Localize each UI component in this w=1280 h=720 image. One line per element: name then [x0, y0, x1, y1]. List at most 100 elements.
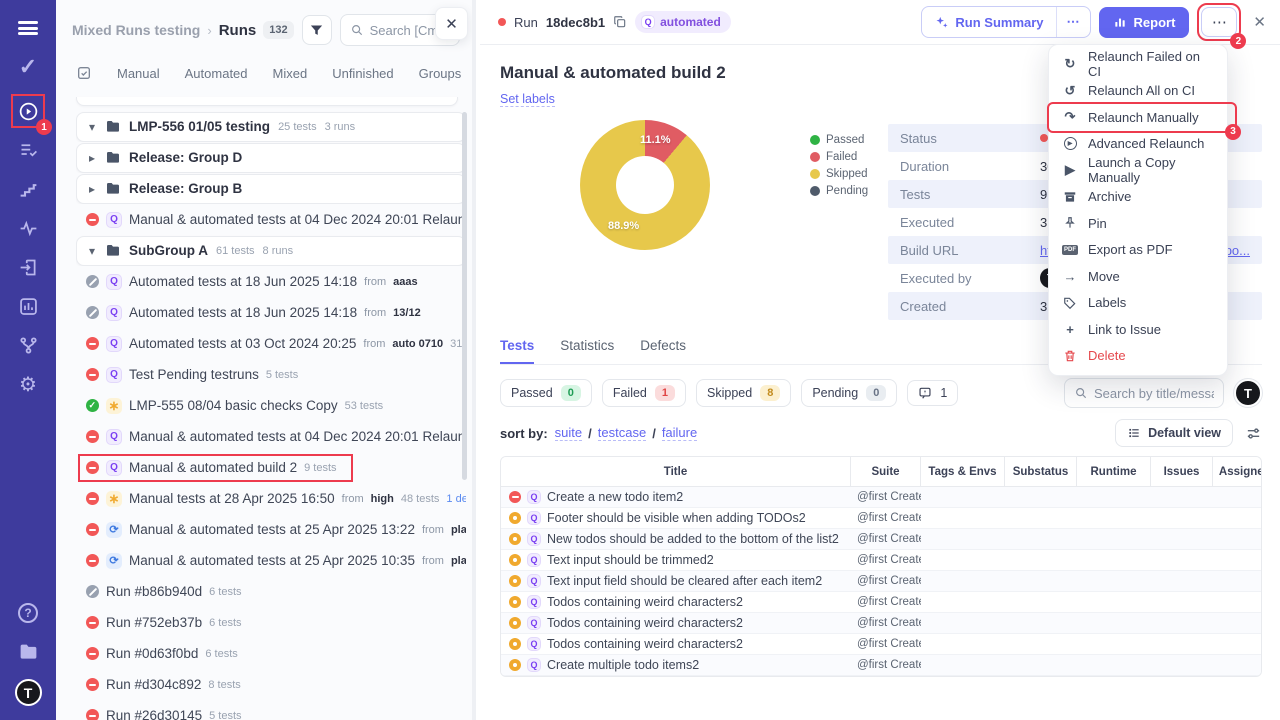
group-row[interactable]: ▾ SubGroup A 61 tests 8 runs — [76, 235, 466, 266]
group-row[interactable]: ▸ Release: Group B — [76, 173, 466, 204]
tab-mixed[interactable]: Mixed — [273, 66, 308, 81]
chevron-down-icon[interactable]: ▾ — [87, 120, 97, 134]
table-row[interactable]: QTodos containing weird characters2 @fir… — [501, 592, 1262, 613]
run-row[interactable]: Run #b86b940d 6 tests — [76, 576, 466, 607]
run-row[interactable]: Run #d304c892 8 tests — [76, 669, 466, 700]
group-row[interactable]: ▸ Release: Group D — [76, 142, 466, 173]
folder-icon — [105, 181, 121, 197]
help-icon[interactable]: ? — [16, 601, 40, 625]
chevron-down-icon[interactable]: ▾ — [87, 244, 97, 258]
runs-panel-close-button[interactable]: ✕ — [435, 7, 468, 40]
assignee-avatar[interactable]: T — [1234, 379, 1262, 407]
run-row[interactable]: Run #0d63f0bd 6 tests — [76, 638, 466, 669]
run-summary-more-button[interactable]: ⋯ — [1057, 7, 1090, 37]
tab-defects[interactable]: Defects — [640, 338, 686, 364]
chevron-right-icon[interactable]: ▸ — [87, 151, 97, 165]
menu-item-labels[interactable]: Labels — [1049, 290, 1227, 317]
chevron-right-icon[interactable]: ▸ — [87, 182, 97, 196]
run-row[interactable]: ∗ Manual tests at 28 Apr 2025 16:50 from… — [76, 483, 466, 514]
menu-item-relaunch-manually[interactable]: ↷Relaunch Manually 3 — [1049, 104, 1235, 131]
filter-failed-chip[interactable]: Failed1 — [602, 379, 686, 407]
run-logo-icon: Q — [527, 616, 541, 630]
column-settings-icon[interactable] — [1245, 425, 1262, 442]
breadcrumb-project[interactable]: Mixed Runs testing — [72, 22, 200, 38]
menu-item-advanced-relaunch[interactable]: ▶Advanced Relaunch — [1049, 131, 1227, 158]
app-sidebar: ✓ 1 ⚙ ? T — [0, 0, 56, 720]
automated-badge[interactable]: Q automated — [635, 11, 731, 33]
filter-skipped-chip[interactable]: Skipped8 — [696, 379, 791, 407]
menu-item-move[interactable]: →Move — [1049, 263, 1227, 290]
tests-search-input[interactable] — [1094, 386, 1214, 401]
run-row[interactable]: ⟳ Manual & automated tests at 25 Apr 202… — [76, 545, 466, 576]
analytics-icon[interactable] — [16, 294, 40, 318]
sparkle-run-icon: ∗ — [106, 398, 122, 414]
build-url-link-end[interactable]: po... — [1225, 243, 1250, 258]
run-row[interactable]: ∗ LMP-555 08/04 basic checks Copy 53 tes… — [76, 390, 466, 421]
tests-check-icon[interactable]: ✓ — [16, 55, 40, 79]
tab-groups[interactable]: Groups — [419, 66, 462, 81]
menu-item-link-issue[interactable]: +Link to Issue — [1049, 316, 1227, 343]
milestones-steps-icon[interactable] — [16, 177, 40, 201]
run-more-actions-button[interactable]: ⋯ — [1201, 7, 1237, 37]
table-row[interactable]: QCreate multiple todo items2 @first Crea… — [501, 655, 1262, 676]
tab-manual[interactable]: Manual — [117, 66, 160, 81]
branch-icon[interactable] — [16, 333, 40, 357]
filter-comments-chip[interactable]: 1 — [907, 380, 958, 406]
sort-by-suite[interactable]: suite — [555, 425, 582, 441]
run-row[interactable]: Q Test Pending testruns 5 tests — [76, 359, 466, 390]
menu-icon[interactable] — [16, 16, 40, 40]
run-row-selected[interactable]: Q Manual & automated build 2 9 tests — [76, 452, 466, 483]
tab-unfinished[interactable]: Unfinished — [332, 66, 393, 81]
breadcrumb-section[interactable]: Runs — [219, 22, 257, 39]
tab-tests[interactable]: Tests — [500, 338, 534, 364]
menu-item-archive[interactable]: Archive — [1049, 184, 1227, 211]
run-row[interactable]: Run #26d30145 5 tests — [76, 700, 466, 720]
filter-pending-chip[interactable]: Pending0 — [801, 379, 897, 407]
menu-item-delete[interactable]: Delete — [1049, 343, 1227, 370]
filter-passed-chip[interactable]: Passed0 — [500, 379, 592, 407]
runs-scrollbar[interactable] — [462, 112, 467, 480]
menu-item-relaunch-all-ci[interactable]: ↺Relaunch All on CI — [1049, 78, 1227, 105]
testplans-icon[interactable] — [16, 138, 40, 162]
tests-search[interactable] — [1064, 378, 1224, 408]
runs-count-badge: 132 — [263, 21, 293, 39]
user-avatar[interactable]: T — [15, 679, 42, 706]
table-row[interactable]: QCreate a new todo item2 @first Create .… — [501, 487, 1262, 508]
sort-by-failure[interactable]: failure — [662, 425, 697, 441]
run-row[interactable]: ⟳ Manual & automated tests at 25 Apr 202… — [76, 514, 466, 545]
run-row[interactable]: Q Manual & automated tests at 04 Dec 202… — [76, 204, 466, 235]
copy-icon[interactable] — [613, 15, 627, 29]
run-row[interactable]: Q Automated tests at 18 Jun 2025 14:18 f… — [76, 297, 466, 328]
table-row[interactable]: QNew todos should be added to the bottom… — [501, 529, 1262, 550]
settings-gear-icon[interactable]: ⚙ — [16, 372, 40, 396]
pulse-icon[interactable] — [16, 216, 40, 240]
tab-statistics[interactable]: Statistics — [560, 338, 614, 364]
menu-item-launch-copy[interactable]: ▶Launch a Copy Manually — [1049, 157, 1227, 184]
menu-item-pin[interactable]: Pin — [1049, 210, 1227, 237]
run-row[interactable]: Q Automated tests at 18 Jun 2025 14:18 f… — [76, 266, 466, 297]
select-runs-icon[interactable] — [76, 65, 92, 81]
table-row[interactable]: QText input should be trimmed2 @first Cr… — [501, 550, 1262, 571]
tab-automated[interactable]: Automated — [185, 66, 248, 81]
report-button[interactable]: Report — [1099, 7, 1190, 38]
test-skipped-icon — [509, 554, 521, 566]
table-row[interactable]: QTodos containing weird characters2 @fir… — [501, 634, 1262, 655]
run-summary-button[interactable]: Run Summary — [922, 8, 1055, 37]
projects-folder-icon[interactable] — [16, 640, 40, 664]
run-row[interactable]: Q Manual & automated tests at 04 Dec 202… — [76, 421, 466, 452]
set-labels-link[interactable]: Set labels — [500, 92, 555, 107]
menu-item-relaunch-failed-ci[interactable]: ↻Relaunch Failed on CI — [1049, 51, 1227, 78]
filter-funnel-button[interactable] — [302, 15, 332, 45]
group-row[interactable]: ▾ LMP-556 01/05 testing 25 tests 3 runs — [76, 111, 466, 142]
import-signin-icon[interactable] — [16, 255, 40, 279]
runs-play-icon[interactable] — [16, 99, 40, 123]
table-row[interactable]: QText input field should be cleared afte… — [501, 571, 1262, 592]
detail-close-button[interactable]: ✕ — [1253, 13, 1266, 31]
table-row[interactable]: QFooter should be visible when adding TO… — [501, 508, 1262, 529]
menu-item-export-pdf[interactable]: PDFExport as PDF — [1049, 237, 1227, 264]
sort-by-testcase[interactable]: testcase — [598, 425, 646, 441]
run-row[interactable]: Run #752eb37b 6 tests — [76, 607, 466, 638]
table-row[interactable]: QTodos containing weird characters2 @fir… — [501, 613, 1262, 634]
default-view-button[interactable]: Default view — [1115, 419, 1233, 447]
run-row[interactable]: Q Automated tests at 03 Oct 2024 20:25 f… — [76, 328, 466, 359]
